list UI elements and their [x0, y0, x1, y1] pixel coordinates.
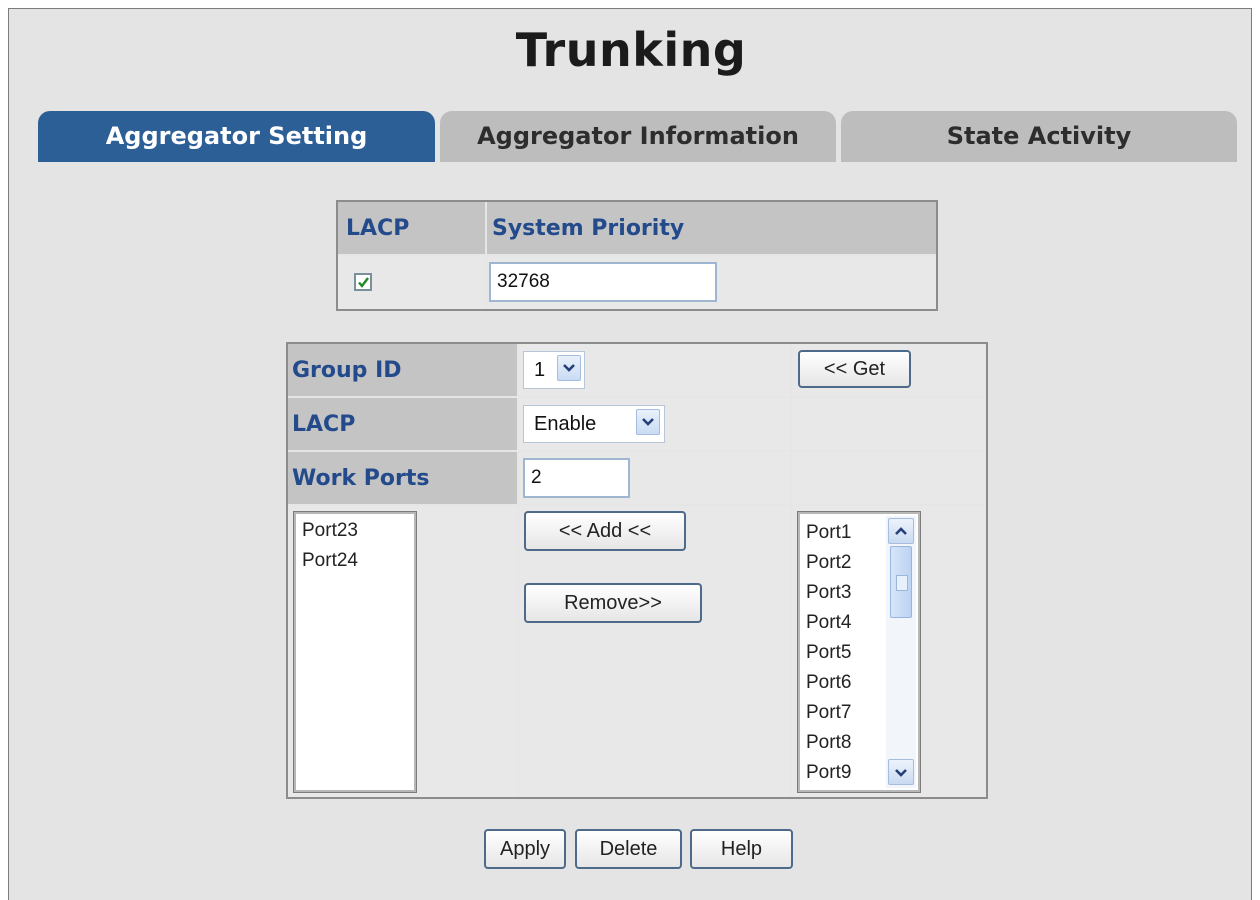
lacp-label: LACP [288, 398, 517, 450]
list-item[interactable]: Port2 [806, 548, 851, 578]
grip-icon [896, 575, 908, 591]
list-item[interactable]: Port3 [806, 578, 851, 608]
help-button[interactable]: Help [690, 829, 793, 869]
tab-aggregator-information[interactable]: Aggregator Information [440, 111, 836, 162]
list-item[interactable]: Port24 [302, 546, 358, 576]
work-ports-label: Work Ports [288, 452, 517, 504]
group-id-cell: 1 [519, 344, 790, 396]
chevron-down-icon [557, 355, 581, 381]
work-ports-input[interactable] [523, 458, 630, 498]
system-priority-header: System Priority [487, 202, 936, 254]
lacp-system-table: LACP System Priority [336, 200, 938, 311]
work-ports-cell [519, 452, 790, 504]
page-title: Trunking [515, 23, 747, 77]
list-item[interactable]: Port5 [806, 638, 851, 668]
apply-button[interactable]: Apply [484, 829, 566, 869]
transfer-buttons-cell: << Add << Remove>> [519, 506, 790, 797]
member-ports-list[interactable]: Port23 Port24 [293, 511, 417, 793]
chevron-down-icon [636, 409, 660, 435]
list-item[interactable]: Port1 [806, 518, 851, 548]
list-item[interactable]: Port9 [806, 758, 851, 788]
group-table: Group ID 1 << Get LACP Enable Work Ports… [286, 342, 988, 799]
list-item[interactable]: Port6 [806, 668, 851, 698]
list-item[interactable]: Port8 [806, 728, 851, 758]
lacp-checkbox[interactable] [354, 273, 372, 291]
list-item[interactable]: Port7 [806, 698, 851, 728]
member-ports-cell: Port23 Port24 [288, 506, 517, 797]
chevron-down-icon[interactable] [888, 759, 914, 785]
group-id-select[interactable]: 1 [523, 351, 585, 389]
check-icon [358, 277, 369, 288]
chevron-up-icon[interactable] [888, 518, 914, 544]
trunking-panel: Trunking Aggregator Setting Aggregator I… [8, 8, 1252, 900]
list-item[interactable]: Port23 [302, 516, 358, 546]
scroll-thumb[interactable] [890, 546, 912, 618]
tab-aggregator-setting[interactable]: Aggregator Setting [38, 111, 435, 162]
ports-scrollbar[interactable] [886, 516, 916, 788]
group-id-label: Group ID [288, 344, 517, 396]
delete-button[interactable]: Delete [575, 829, 682, 869]
add-button[interactable]: << Add << [524, 511, 686, 551]
system-priority-input[interactable] [489, 262, 717, 302]
available-ports-cell: Port1 Port2 Port3 Port4 Port5 Port6 Port… [792, 506, 986, 797]
get-cell: << Get [792, 344, 986, 396]
remove-button[interactable]: Remove>> [524, 583, 702, 623]
available-ports-list[interactable]: Port1 Port2 Port3 Port4 Port5 Port6 Port… [797, 511, 921, 793]
list-item[interactable]: Port4 [806, 608, 851, 638]
lacp-value: Enable [534, 413, 597, 435]
lacp-checkbox-cell [338, 256, 485, 309]
lacp-select[interactable]: Enable [523, 405, 665, 443]
tab-state-activity[interactable]: State Activity [841, 111, 1237, 162]
group-id-value: 1 [534, 359, 546, 381]
lacp-select-cell: Enable [519, 398, 790, 450]
priority-cell [487, 256, 936, 309]
lacp-header: LACP [338, 202, 485, 254]
empty-cell [792, 452, 986, 504]
get-button[interactable]: << Get [798, 350, 911, 388]
empty-cell [792, 398, 986, 450]
